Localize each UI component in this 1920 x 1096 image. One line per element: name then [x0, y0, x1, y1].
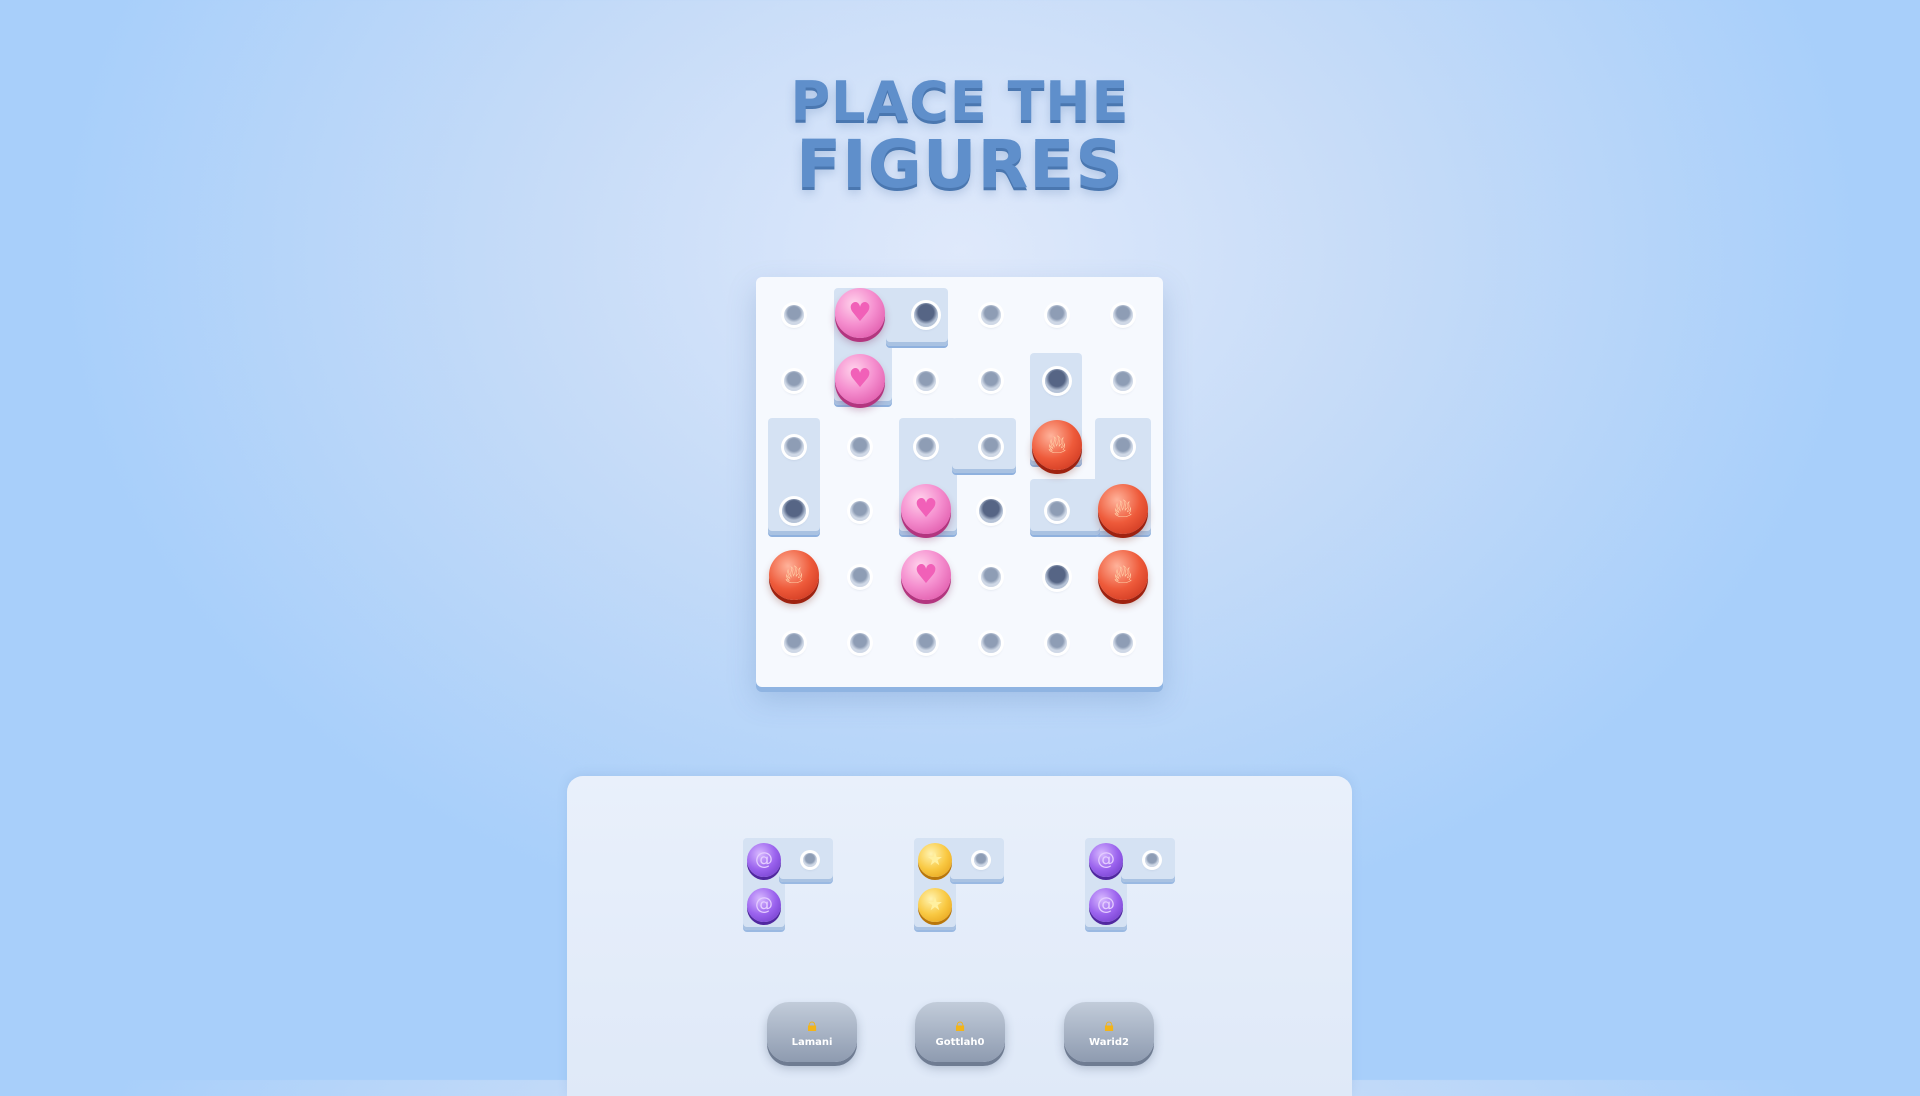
game-board[interactable]: ♥ ♥ 🔥︎ ♥ 🔥︎ 🔥︎ ♥ 🔥︎	[756, 277, 1163, 687]
board-hole[interactable]	[981, 567, 1001, 587]
lock-button-3[interactable]: 🔒︎ Warid2	[1064, 1002, 1154, 1062]
board-hole[interactable]	[1113, 371, 1133, 391]
board-hole[interactable]	[979, 499, 1003, 523]
board-hole[interactable]	[782, 499, 806, 523]
board-hole[interactable]	[1045, 565, 1069, 589]
board-hole[interactable]	[914, 303, 938, 327]
board-hole[interactable]	[784, 305, 804, 325]
lock-icon: 🔒︎	[1104, 1014, 1114, 1036]
pink-heart-icon: ♥	[835, 288, 885, 338]
pink-heart-icon: ♥	[901, 484, 951, 534]
purple-swirl-icon: @	[1089, 888, 1123, 922]
red-flame-icon: 🔥︎	[1032, 420, 1082, 470]
piece-hole	[803, 853, 817, 867]
purple-swirl-icon: @	[747, 888, 781, 922]
title-line-2: FIGURES	[796, 126, 1124, 203]
board-hole[interactable]	[1113, 305, 1133, 325]
board-hole[interactable]	[784, 371, 804, 391]
board-hole[interactable]	[981, 633, 1001, 653]
board-hole[interactable]	[916, 437, 936, 457]
board-hole[interactable]	[916, 633, 936, 653]
yellow-piece[interactable]: ★ ★	[914, 838, 1004, 932]
board-hole[interactable]	[850, 501, 870, 521]
lock-icon: 🔒︎	[955, 1014, 965, 1036]
pink-heart-icon: ♥	[901, 550, 951, 600]
board-hole[interactable]	[850, 567, 870, 587]
board-hole[interactable]	[784, 437, 804, 457]
purple-swirl-icon: @	[747, 843, 781, 877]
board-hole[interactable]	[1047, 501, 1067, 521]
board-hole[interactable]	[1045, 369, 1069, 393]
board-hole[interactable]	[916, 371, 936, 391]
board-hole[interactable]	[981, 305, 1001, 325]
board-hole[interactable]	[981, 437, 1001, 457]
yellow-star-icon: ★	[918, 888, 952, 922]
piece-hole	[974, 853, 988, 867]
yellow-star-icon: ★	[918, 843, 952, 877]
red-flame-icon: 🔥︎	[1098, 550, 1148, 600]
lock-button-1[interactable]: 🔒︎ Lamani	[767, 1002, 857, 1062]
red-flame-icon: 🔥︎	[1098, 484, 1148, 534]
pink-heart-icon: ♥	[835, 354, 885, 404]
purple-piece-1[interactable]: @ @	[743, 838, 833, 932]
lock-button-label: Lamani	[791, 1036, 833, 1048]
purple-swirl-icon: @	[1089, 843, 1123, 877]
board-hole[interactable]	[850, 633, 870, 653]
board-hole[interactable]	[784, 633, 804, 653]
lock-button-label: Gottlah0	[935, 1036, 985, 1048]
board-hole[interactable]	[1047, 633, 1067, 653]
title-line-1: PLACE THE	[790, 70, 1130, 133]
lock-icon: 🔒︎	[807, 1014, 817, 1036]
lock-button-label: Warid2	[1089, 1036, 1129, 1048]
red-flame-icon: 🔥︎	[769, 550, 819, 600]
purple-piece-2[interactable]: @ @	[1085, 838, 1175, 932]
board-hole[interactable]	[850, 437, 870, 457]
piece-hole	[1145, 853, 1159, 867]
board-hole[interactable]	[1113, 633, 1133, 653]
lock-button-2[interactable]: 🔒︎ Gottlah0	[915, 1002, 1005, 1062]
board-hole[interactable]	[1113, 437, 1133, 457]
board-hole[interactable]	[1047, 305, 1067, 325]
board-hole[interactable]	[981, 371, 1001, 391]
